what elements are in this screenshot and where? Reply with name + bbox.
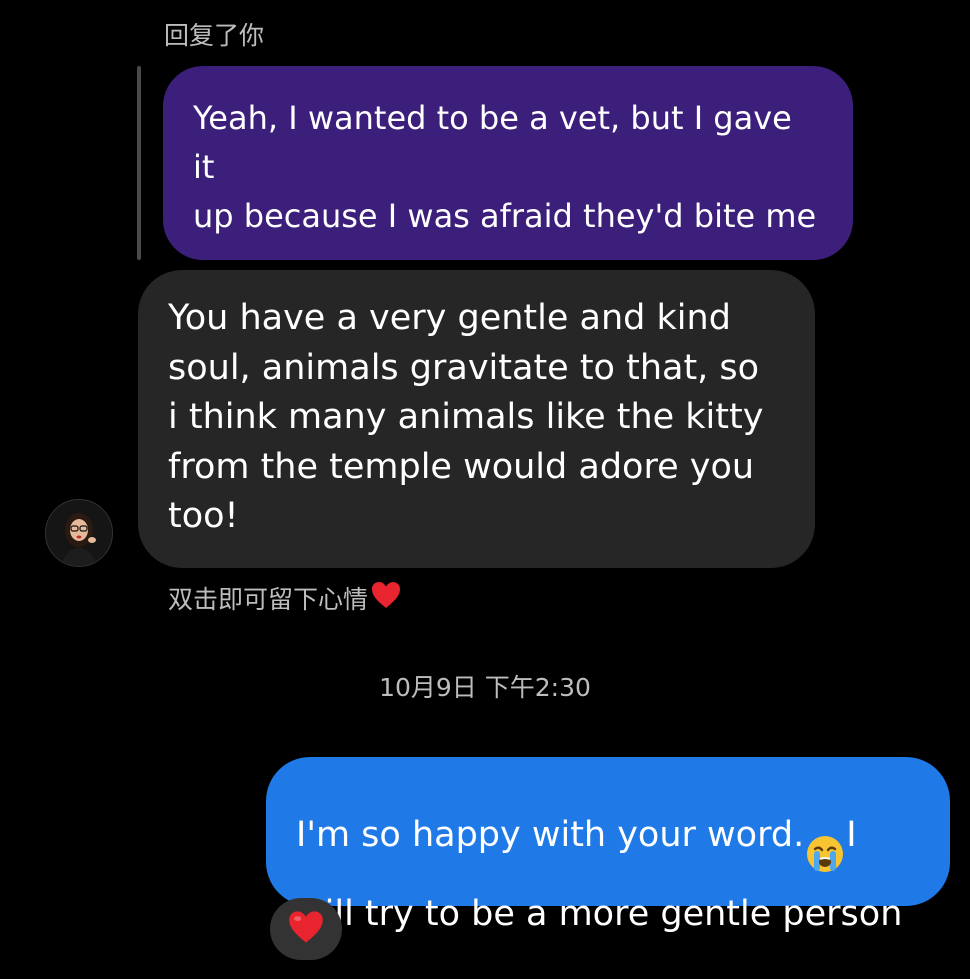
quoted-message-text: Yeah, I wanted to be a vet, but I gave i… [193, 99, 817, 235]
red-heart-reaction-icon [286, 909, 326, 949]
loudly-crying-emoji-icon [804, 783, 846, 889]
sent-message-bubble[interactable]: I'm so happy with your word. I will try … [266, 757, 950, 934]
quote-indicator-line [137, 66, 141, 260]
reply-label: 回复了你 [164, 21, 265, 50]
sent-message-text-part1: I'm so happy with your word. [296, 815, 805, 855]
received-message-bubble[interactable]: You have a very gentle and kind soul, an… [138, 270, 815, 568]
sender-avatar[interactable] [45, 499, 113, 567]
red-heart-icon [370, 580, 402, 622]
heart-reaction-badge[interactable] [270, 898, 342, 960]
quoted-message-bubble[interactable]: Yeah, I wanted to be a vet, but I gave i… [163, 66, 853, 325]
message-timestamp: 10月9日 下午2:30 [379, 673, 591, 702]
double-tap-hint: 双击即可留下心情 [168, 580, 402, 622]
double-tap-hint-text: 双击即可留下心情 [168, 585, 369, 614]
